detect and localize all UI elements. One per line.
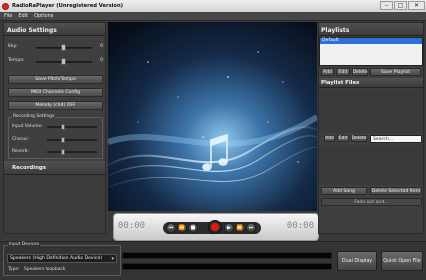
- transport-bar: ⏮ ⏪ ■ ▶ ⏩ ⏭: [163, 220, 261, 234]
- elapsed-time: 00:00: [118, 221, 146, 231]
- maximize-button[interactable]: □: [394, 1, 407, 10]
- midi-channels-config-button[interactable]: MIDI Channels Config: [8, 88, 103, 97]
- reverb-label: Reverb:: [12, 149, 29, 154]
- recording-settings-group: Recording Settings Input Volume: Chorus:…: [8, 114, 103, 159]
- music-artwork: [108, 22, 317, 211]
- audio-settings-header: Audio Settings: [4, 23, 105, 36]
- recording-settings-title: Recording Settings: [12, 114, 56, 119]
- input-device-select[interactable]: Speakers (High Definition Audio Device) …: [7, 254, 117, 263]
- delete-selected-item-button[interactable]: Delete Selected Item: [370, 187, 422, 195]
- input-device-value: Speakers (High Definition Audio Device): [10, 256, 103, 261]
- bottom-bar: Input Devices Speakers (High Definition …: [0, 241, 426, 280]
- playlist-item-default[interactable]: Default: [320, 38, 422, 44]
- fade-out-button[interactable]: Fade out and...: [321, 198, 422, 206]
- reverb-slider[interactable]: [47, 151, 97, 153]
- playlist-files-list[interactable]: [319, 89, 423, 133]
- playlists-list[interactable]: Default: [319, 37, 423, 66]
- video-display: [108, 22, 317, 211]
- total-time: 00:00: [286, 221, 314, 231]
- search-input[interactable]: Search...: [370, 135, 422, 143]
- tempo-slider-thumb[interactable]: [61, 58, 66, 65]
- recordings-header: Recordings: [4, 161, 105, 175]
- tempo-value: 0: [100, 58, 103, 63]
- input-volume-label: Input Volume:: [12, 124, 43, 129]
- right-panel: Playlists Default Add Edit Delete Save P…: [318, 22, 424, 234]
- menu-options[interactable]: Options: [34, 13, 53, 19]
- save-playlist-button[interactable]: Save Playlist: [370, 68, 421, 76]
- chevron-down-icon: ▾: [111, 256, 114, 262]
- play-icon[interactable]: ▶: [224, 223, 234, 233]
- add-song-button[interactable]: Add Song: [321, 187, 367, 195]
- chorus-thumb[interactable]: [61, 137, 65, 143]
- playlist-edit-button[interactable]: Edit: [336, 68, 350, 76]
- recordings-title: Recordings: [12, 165, 46, 171]
- playlists-title: Playlists: [321, 27, 350, 34]
- title-bar: RadioRaPlayer (Unregistered Version) – □…: [0, 0, 426, 12]
- input-devices-group: Input Devices Speakers (High Definition …: [3, 242, 121, 276]
- record-button[interactable]: [208, 220, 222, 234]
- dual-display-button[interactable]: Dual Display: [337, 251, 377, 271]
- app-icon: [2, 2, 9, 10]
- input-volume-slider[interactable]: [47, 126, 97, 128]
- rewind-icon[interactable]: ⏪: [177, 223, 187, 233]
- reverb-thumb[interactable]: [61, 149, 65, 155]
- input-devices-title: Input Devices: [8, 242, 41, 247]
- file-delete-button[interactable]: Delete: [351, 135, 367, 142]
- window-controls: – □ ✕: [380, 1, 425, 10]
- fast-forward-icon[interactable]: ⏩: [235, 223, 245, 233]
- key-value: 0: [100, 44, 103, 49]
- chorus-slider[interactable]: [47, 139, 97, 141]
- close-button[interactable]: ✕: [408, 1, 425, 10]
- menu-file[interactable]: File: [4, 13, 12, 19]
- file-add-button[interactable]: Add: [324, 135, 335, 142]
- minimize-button[interactable]: –: [380, 1, 393, 10]
- menu-bar: File Edit Options: [0, 12, 426, 21]
- melody-toggle-button[interactable]: Melody (ch4) OFF: [8, 101, 103, 110]
- stop-icon[interactable]: ■: [188, 223, 198, 233]
- key-slider-thumb[interactable]: [61, 44, 66, 51]
- record-icon: [211, 223, 219, 231]
- previous-icon[interactable]: ⏮: [166, 223, 176, 233]
- file-edit-button[interactable]: Edit: [337, 135, 349, 142]
- player-controls: 00:00 00:00 ⏮ ⏪ ■ ▶ ⏩ ⏭: [113, 213, 319, 241]
- chorus-label: Chorus:: [12, 137, 29, 142]
- playlists-header: Playlists: [319, 23, 423, 36]
- playlist-files-content[interactable]: [319, 145, 423, 185]
- left-panel: Audio Settings Key: 0 Tempo: 0 Save Pitc…: [3, 22, 106, 234]
- level-meter-left: [122, 252, 332, 259]
- level-meter-right: [122, 263, 332, 270]
- audio-settings-title: Audio Settings: [7, 27, 57, 34]
- key-slider-row: Key: 0: [8, 43, 103, 51]
- playlist-files-title: Playlist Files: [321, 80, 360, 86]
- next-icon[interactable]: ⏭: [246, 223, 256, 233]
- device-type-value: Speakers loopback: [24, 267, 66, 272]
- playlist-add-button[interactable]: Add: [321, 68, 334, 76]
- recordings-list[interactable]: [4, 175, 105, 233]
- window-title: RadioRaPlayer (Unregistered Version): [12, 3, 124, 9]
- tempo-label: Tempo:: [8, 58, 25, 63]
- quick-open-file-button[interactable]: Quick Open File: [381, 251, 423, 271]
- tempo-slider-row: Tempo: 0: [8, 57, 103, 65]
- input-volume-thumb[interactable]: [61, 124, 65, 130]
- device-type-label: Type:: [8, 267, 20, 272]
- playlist-delete-button[interactable]: Delete: [352, 68, 368, 76]
- playlist-files-header: Playlist Files: [319, 78, 423, 88]
- key-label: Key:: [8, 44, 18, 49]
- menu-edit[interactable]: Edit: [18, 13, 28, 19]
- save-pitch-tempo-button[interactable]: Save Pitch/Tempo: [8, 75, 103, 84]
